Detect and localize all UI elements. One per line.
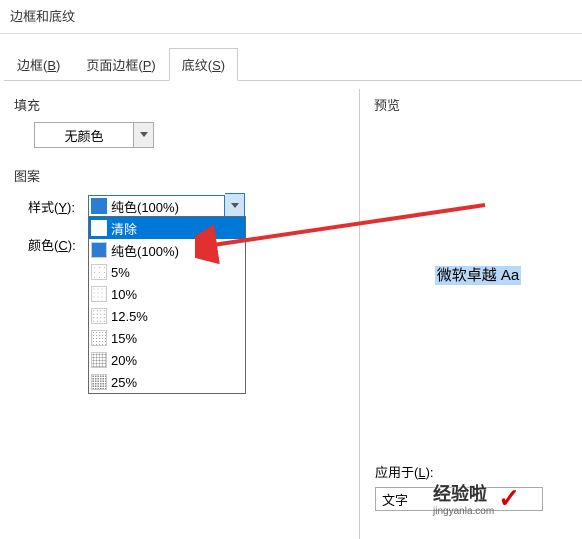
- tab-border[interactable]: 边框(B): [4, 48, 73, 80]
- apply-label: 应用于(L):: [375, 462, 543, 481]
- chevron-down-icon: [231, 203, 239, 209]
- dialog-title: 边框和底纹: [0, 0, 582, 31]
- swatch-icon: [91, 264, 107, 280]
- watermark-textblock: 经验啦 jingyanla.com: [433, 480, 494, 517]
- watermark: 经验啦 jingyanla.com ✓: [433, 480, 520, 517]
- dropdown-item-label: 纯色(100%): [111, 241, 179, 260]
- dropdown-item-label: 15%: [111, 331, 137, 346]
- fill-row: 无颜色: [34, 122, 349, 148]
- style-swatch-icon: [91, 198, 107, 214]
- dropdown-item-label: 清除: [111, 219, 137, 238]
- dropdown-item-3[interactable]: 10%: [89, 283, 245, 305]
- tab-page-border[interactable]: 页面边框(P): [73, 48, 168, 80]
- fill-color-display: 无颜色: [34, 122, 134, 148]
- left-panel: 填充 无颜色 图案 样式(Y): 纯色(100%): [0, 89, 360, 539]
- swatch-icon: [91, 352, 107, 368]
- preview-label: 预览: [374, 95, 582, 114]
- dropdown-item-2[interactable]: 5%: [89, 261, 245, 283]
- dropdown-item-label: 5%: [111, 265, 130, 280]
- watermark-sub: jingyanla.com: [433, 506, 494, 517]
- tab-shading[interactable]: 底纹(S): [169, 48, 238, 81]
- dropdown-item-label: 10%: [111, 287, 137, 302]
- dropdown-item-5[interactable]: 15%: [89, 327, 245, 349]
- chevron-down-icon: [140, 132, 148, 138]
- dropdown-item-1[interactable]: 纯色(100%): [89, 239, 245, 261]
- dropdown-item-0[interactable]: 清除: [89, 217, 245, 239]
- dropdown-item-4[interactable]: 12.5%: [89, 305, 245, 327]
- preview-box: 微软卓越 Aa: [374, 264, 582, 285]
- style-select-value: 纯色(100%): [111, 197, 179, 216]
- swatch-icon: [91, 330, 107, 346]
- style-label: 样式(Y):: [28, 193, 88, 216]
- tab-bar: 边框(B) 页面边框(P) 底纹(S): [4, 48, 582, 81]
- dropdown-item-6[interactable]: 20%: [89, 349, 245, 371]
- title-separator: [0, 33, 582, 34]
- fill-dropdown-button[interactable]: [134, 122, 154, 148]
- swatch-icon: [91, 374, 107, 390]
- swatch-icon: [91, 220, 107, 236]
- fill-section-label: 填充: [14, 95, 349, 114]
- dropdown-item-7[interactable]: 25%: [89, 371, 245, 393]
- style-dropdown-list: 清除纯色(100%) 5% 10% 12.5% 15% 20% 25%: [88, 216, 246, 394]
- style-row: 样式(Y): 纯色(100%) 清除纯色(100%)5%10%12.5%15%2…: [28, 193, 349, 219]
- dropdown-item-label: 20%: [111, 353, 137, 368]
- color-label: 颜色(C):: [28, 231, 88, 254]
- preview-text: 微软卓越 Aa: [435, 266, 522, 285]
- swatch-icon: [91, 242, 107, 258]
- pattern-section-label: 图案: [14, 166, 349, 185]
- fill-color-select[interactable]: 无颜色: [34, 122, 154, 148]
- checkmark-icon: ✓: [498, 483, 520, 514]
- style-select-wrap: 纯色(100%) 清除纯色(100%)5%10%12.5%15%20%25%: [88, 193, 245, 219]
- swatch-icon: [91, 308, 107, 324]
- dropdown-item-label: 12.5%: [111, 309, 148, 324]
- swatch-icon: [91, 286, 107, 302]
- dropdown-item-label: 25%: [111, 375, 137, 390]
- style-select-display: 纯色(100%): [88, 195, 225, 218]
- watermark-text: 经验啦: [433, 480, 494, 506]
